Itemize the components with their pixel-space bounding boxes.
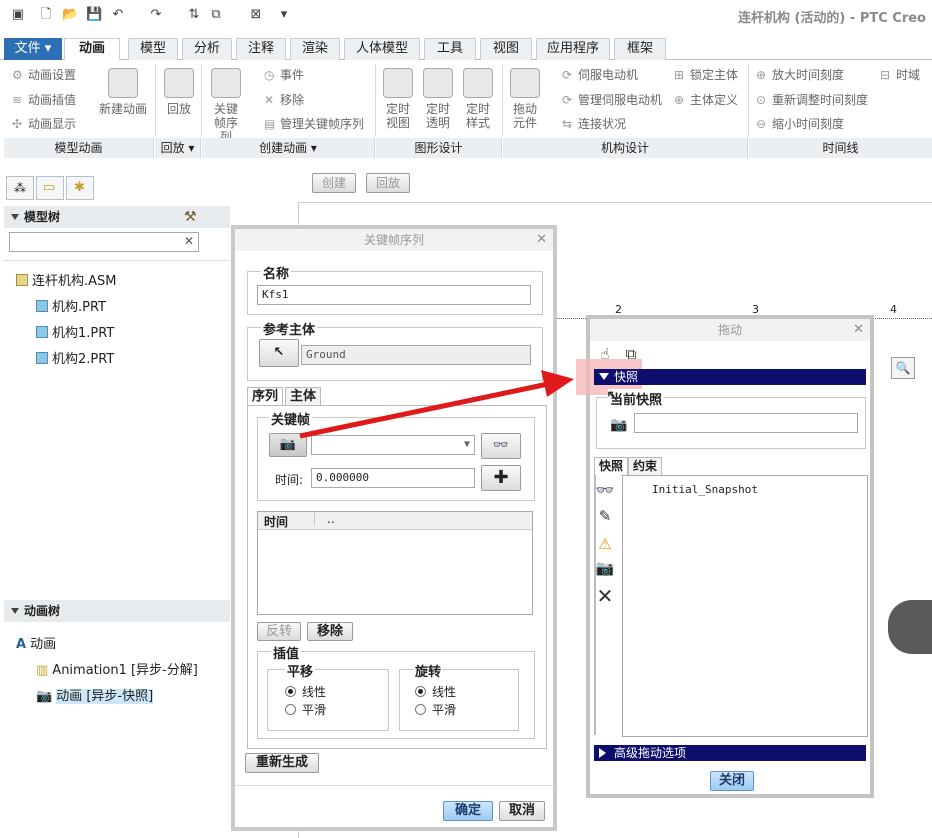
arrow-head xyxy=(541,370,574,397)
mouse-cursor-icon: ↖ xyxy=(606,386,620,405)
arrow-shaft xyxy=(299,381,549,439)
annotation-arrow xyxy=(299,370,574,439)
